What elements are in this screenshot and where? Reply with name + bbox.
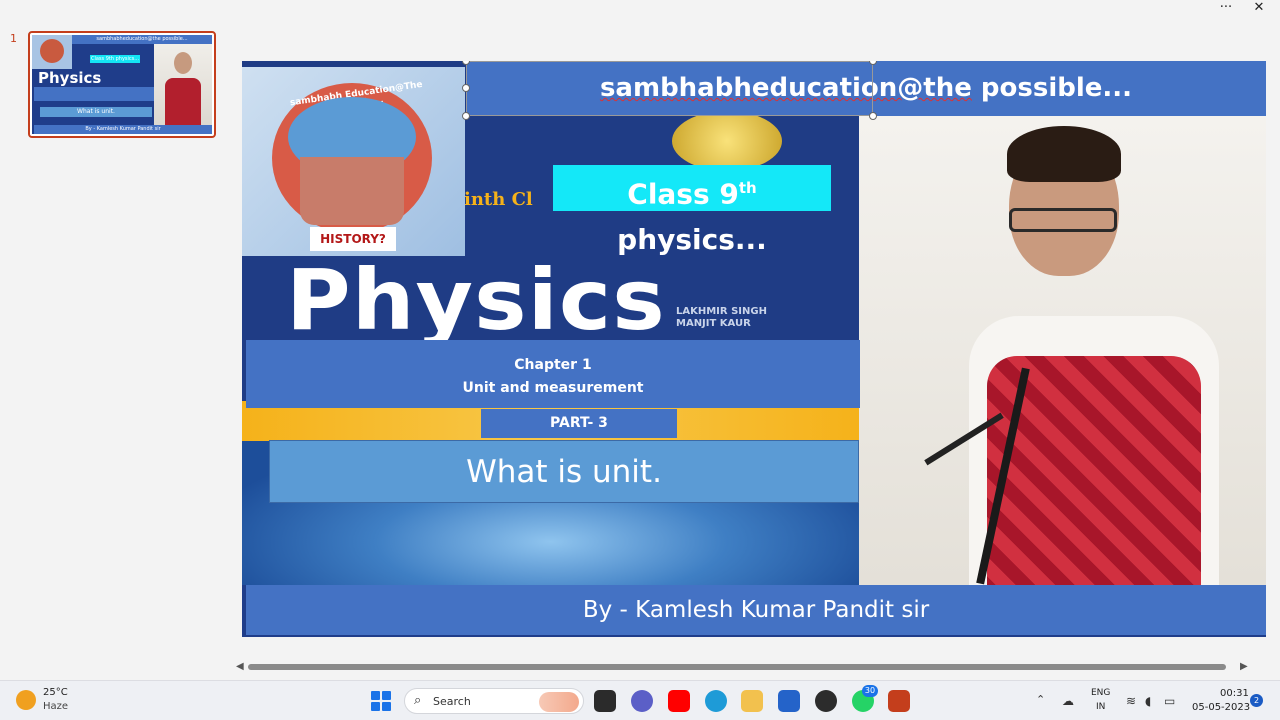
scroll-left-icon[interactable]: ◀ — [236, 660, 244, 674]
teams-chat-icon[interactable] — [631, 690, 653, 712]
microsoft-store-icon[interactable] — [778, 690, 800, 712]
class-rest: physics... — [617, 223, 767, 257]
slide-number: 1 — [10, 32, 17, 45]
author-footer-box[interactable]: By - Kamlesh Kumar Pandit sir — [246, 585, 1266, 635]
thumbnail-logo — [32, 35, 72, 69]
search-highlight-icon — [539, 692, 579, 712]
thumbnail-class: Class 9th physics... — [90, 55, 140, 63]
book-title-physics: Physics — [286, 251, 666, 349]
author-1: LAKHMIR SINGH — [676, 306, 767, 317]
search-icon: ⌕ — [414, 693, 422, 708]
search-placeholder: Search — [433, 695, 471, 708]
wifi-icon[interactable]: ≋ — [1126, 694, 1136, 708]
book-ninth-text: inth Cl — [464, 189, 533, 210]
class-sup: th — [738, 179, 757, 197]
chapter-title: Unit and measurement — [462, 380, 644, 396]
thumbnail-physics: Physics — [38, 69, 102, 87]
cloud-sync-icon[interactable]: ☁ — [1062, 694, 1074, 708]
thumbnail-preview: sambhabheducation@the possible... Class … — [32, 35, 212, 134]
part-box[interactable]: PART- 3 — [481, 409, 677, 438]
scroll-right-icon[interactable]: ▶ — [1240, 660, 1248, 674]
resize-handle-br[interactable] — [869, 112, 877, 120]
unit-question-box[interactable]: What is unit. — [269, 440, 859, 503]
file-explorer-icon[interactable] — [741, 690, 763, 712]
photo-hair — [1007, 126, 1121, 182]
battery-icon[interactable]: ▭ — [1164, 694, 1175, 708]
presenter-photo[interactable] — [859, 116, 1266, 585]
notification-badge[interactable]: 2 — [1250, 694, 1263, 707]
weather-condition[interactable]: Haze — [43, 701, 68, 712]
title-rest-text: possible... — [971, 73, 1133, 103]
slide-thumbnail-pane: 1 sambhabheducation@the possible... Clas… — [0, 18, 232, 660]
scrollbar-thumb[interactable] — [248, 664, 1226, 670]
taskbar-search[interactable]: ⌕ Search — [404, 688, 584, 714]
more-options-button[interactable]: ··· — [1212, 0, 1240, 18]
close-button[interactable]: ✕ — [1245, 0, 1273, 18]
class-label-box[interactable]: Class 9th physics... — [553, 165, 831, 256]
author-2: MANJIT KAUR — [676, 318, 751, 329]
title-underlined-text: sambhabheducation@the — [599, 73, 972, 103]
slide-thumbnail-1[interactable]: sambhabheducation@the possible... Class … — [28, 31, 216, 138]
resize-handle-bl[interactable] — [462, 112, 470, 120]
weather-temperature[interactable]: 25°C — [43, 687, 68, 698]
dell-icon[interactable] — [815, 690, 837, 712]
language-region[interactable]: IN — [1096, 702, 1105, 712]
weather-sun-icon[interactable] — [16, 690, 36, 710]
tray-overflow-chevron-icon[interactable]: ⌃ — [1036, 693, 1045, 706]
youtube-icon[interactable] — [668, 690, 690, 712]
volume-icon[interactable]: ◖ — [1145, 694, 1151, 708]
logo-cup — [300, 157, 404, 225]
resize-handle-ml[interactable] — [462, 84, 470, 92]
clock-date[interactable]: 05-05-2023 — [1192, 702, 1250, 713]
horizontal-scrollbar[interactable]: ◀ ▶ — [234, 660, 1264, 674]
class-main: Class 9 — [627, 177, 739, 211]
clock-time[interactable]: 00:31 — [1220, 688, 1249, 699]
windows-taskbar: 25°C Haze ⌕ Search 30 ⌃ ☁ ENG IN ≋ ◖ ▭ 0… — [0, 680, 1280, 720]
start-button[interactable] — [371, 691, 391, 711]
edge-browser-icon[interactable] — [705, 690, 727, 712]
logo-history-text: HISTORY? — [310, 227, 396, 251]
book-authors: LAKHMIR SINGH MANJIT KAUR — [676, 306, 767, 330]
chapter-box[interactable]: Chapter 1 Unit and measurement — [246, 340, 860, 408]
book-badge — [672, 111, 782, 171]
thumbnail-chapter — [34, 87, 154, 101]
sambhabh-logo-image[interactable]: sambhabh Education@The possible... HISTO… — [242, 67, 465, 256]
whatsapp-badge: 30 — [862, 685, 878, 697]
powerpoint-icon[interactable] — [888, 690, 910, 712]
thumbnail-photo — [154, 44, 212, 127]
thumbnail-header: sambhabheducation@the possible... — [72, 35, 212, 44]
thumbnail-footer: By - Kamlesh Kumar Pandit sir — [34, 125, 212, 134]
thumbnail-unit: What is unit. — [40, 107, 152, 117]
language-indicator[interactable]: ENG — [1091, 688, 1110, 698]
chapter-number: Chapter 1 — [514, 357, 592, 373]
photo-glasses — [1009, 208, 1117, 232]
slide-canvas[interactable]: inth Cl Physics LAKHMIR SINGH MANJIT KAU… — [242, 61, 1266, 637]
window-titlebar: ··· ✕ — [0, 0, 1280, 18]
task-view-icon[interactable] — [594, 690, 616, 712]
slide-title-box[interactable]: sambhabheducation@the possible... — [466, 61, 1266, 116]
